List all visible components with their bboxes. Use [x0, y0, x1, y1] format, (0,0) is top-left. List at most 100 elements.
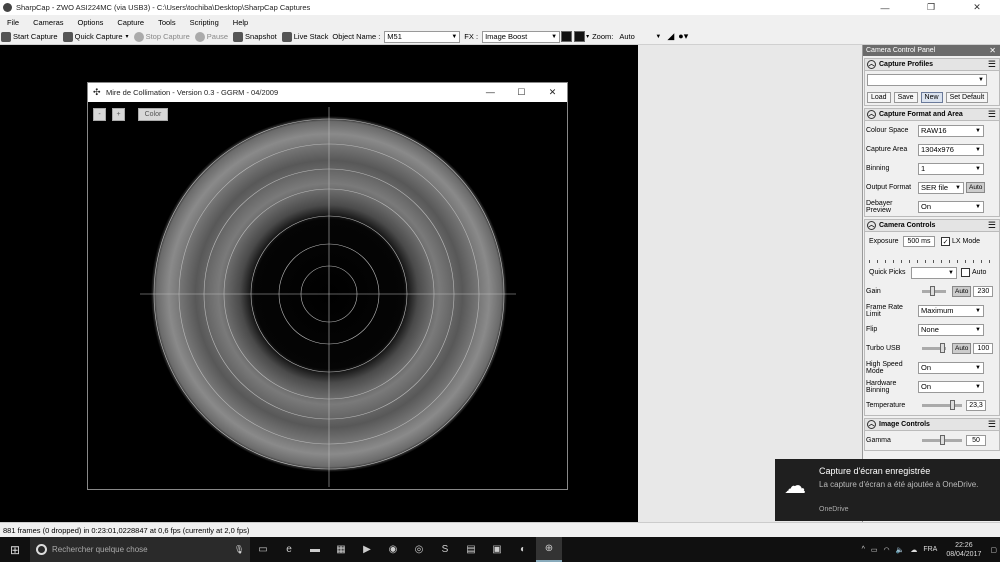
app-icon-4[interactable]: ◐: [510, 537, 536, 562]
hamburger-menu-icon[interactable]: ☰: [988, 220, 996, 231]
object-name-select[interactable]: M51 ▼: [384, 30, 461, 43]
capture-format-header[interactable]: ︿ Capture Format and Area ☰: [865, 109, 999, 121]
profile-select[interactable]: ▼: [867, 74, 987, 86]
save-profile-button[interactable]: Save: [893, 91, 918, 103]
binning-select[interactable]: 1 ▼: [918, 162, 984, 175]
menu-cameras[interactable]: Cameras: [26, 18, 70, 27]
high-speed-select[interactable]: On ▼: [918, 361, 984, 374]
collimation-close-button[interactable]: ✕: [538, 87, 567, 98]
fx-settings-icon[interactable]: [561, 31, 573, 42]
taskbar-search[interactable]: Rechercher quelque chose 🎙: [30, 537, 250, 562]
turbo-usb-slider[interactable]: [922, 343, 946, 353]
notification-toast[interactable]: ☁ Capture d'écran enregistrée La capture…: [775, 459, 1000, 521]
start-capture-button[interactable]: Start Capture: [0, 31, 58, 42]
magnifier-icon[interactable]: ●▾: [678, 31, 688, 42]
fx-select[interactable]: Image Boost ▼: [482, 30, 561, 43]
wifi-icon[interactable]: ◠: [884, 546, 890, 554]
menu-capture[interactable]: Capture: [110, 18, 151, 27]
store-icon[interactable]: ▦: [328, 537, 354, 562]
camera-controls-header[interactable]: ︿ Camera Controls ☰: [865, 220, 999, 232]
colour-space-select[interactable]: RAW16 ▼: [918, 124, 984, 137]
hamburger-menu-icon[interactable]: ☰: [988, 109, 996, 120]
file-explorer-icon[interactable]: ▬: [302, 537, 328, 562]
skype-icon[interactable]: S: [432, 537, 458, 562]
collimation-taskbar-icon[interactable]: ⊕: [536, 537, 562, 562]
collimation-maximize-button[interactable]: ☐: [507, 87, 536, 98]
set-default-button[interactable]: Set Default: [945, 91, 989, 103]
quick-picks-auto-checkbox[interactable]: [961, 268, 970, 277]
zoom-out-button[interactable]: -: [93, 108, 106, 121]
maximize-button[interactable]: ❐: [908, 0, 954, 15]
fx-grid-icon[interactable]: [574, 31, 586, 42]
output-format-select[interactable]: SER file ▼: [918, 181, 964, 194]
gamma-slider[interactable]: [922, 435, 962, 445]
collimation-minimize-button[interactable]: —: [476, 87, 505, 97]
chevron-up-icon[interactable]: ^: [862, 546, 865, 553]
chrome-icon[interactable]: ◎: [406, 537, 432, 562]
chevron-down-icon[interactable]: ▾: [586, 33, 589, 40]
histogram-icon[interactable]: ◢: [667, 31, 674, 42]
gain-slider-knob[interactable]: [930, 286, 935, 296]
turbo-usb-input[interactable]: 100: [973, 343, 994, 354]
app-icon-2[interactable]: ▤: [458, 537, 484, 562]
app-icon-3[interactable]: ▣: [484, 537, 510, 562]
chevron-down-icon[interactable]: ▾: [126, 33, 129, 40]
quick-picks-select[interactable]: ▼: [911, 266, 957, 279]
crosshair-icon: ✣: [93, 87, 101, 97]
windows-start-icon[interactable]: ⊞: [0, 537, 30, 562]
live-stack-button[interactable]: Live Stack: [281, 31, 328, 42]
gain-slider[interactable]: [922, 286, 946, 296]
lx-mode-checkbox[interactable]: ✓: [941, 237, 950, 246]
collapse-icon[interactable]: ︿: [867, 221, 876, 230]
microphone-icon[interactable]: 🎙: [234, 545, 244, 554]
menu-tools[interactable]: Tools: [151, 18, 183, 27]
menu-help[interactable]: Help: [226, 18, 255, 27]
exposure-slider[interactable]: [869, 253, 995, 263]
minimize-button[interactable]: —: [862, 0, 908, 15]
collapse-icon[interactable]: ︿: [867, 110, 876, 119]
edge-browser-icon[interactable]: e: [276, 537, 302, 562]
network-icon[interactable]: ▭: [871, 546, 878, 554]
gamma-slider-knob[interactable]: [940, 435, 945, 445]
stop-capture-button[interactable]: Stop Capture: [133, 31, 190, 42]
collapse-icon[interactable]: ︿: [867, 420, 876, 429]
turbo-usb-slider-knob[interactable]: [940, 343, 945, 353]
onedrive-tray-icon[interactable]: ☁: [910, 546, 917, 554]
load-profile-button[interactable]: Load: [867, 91, 891, 103]
media-player-icon[interactable]: ▶: [354, 537, 380, 562]
pause-button[interactable]: Pause: [194, 31, 228, 42]
zoom-select[interactable]: Auto ▼: [617, 31, 663, 43]
image-controls-header[interactable]: ︿ Image Controls ☰: [865, 419, 999, 431]
zoom-in-button[interactable]: +: [112, 108, 125, 121]
menu-options[interactable]: Options: [71, 18, 111, 27]
action-center-icon[interactable]: ▢: [990, 546, 997, 554]
debayer-preview-select[interactable]: On ▼: [918, 200, 984, 213]
app-icon-1[interactable]: ◉: [380, 537, 406, 562]
color-button[interactable]: Color: [138, 108, 168, 121]
capture-area-select[interactable]: 1304x976 ▼: [918, 143, 984, 156]
collapse-icon[interactable]: ︿: [867, 60, 876, 69]
clock[interactable]: 22:26 08/04/2017: [943, 541, 984, 559]
turbo-usb-auto-button[interactable]: Auto: [952, 343, 972, 354]
output-auto-button[interactable]: Auto: [966, 182, 986, 193]
quick-capture-button[interactable]: Quick Capture ▾: [62, 31, 129, 42]
gain-auto-button[interactable]: Auto: [952, 286, 972, 297]
menu-scripting[interactable]: Scripting: [183, 18, 226, 27]
gain-input[interactable]: 230: [973, 286, 994, 297]
flip-select[interactable]: None ▼: [918, 323, 984, 336]
new-profile-button[interactable]: New: [920, 91, 943, 103]
hamburger-menu-icon[interactable]: ☰: [988, 419, 996, 430]
volume-icon[interactable]: 🔈: [896, 546, 905, 554]
menu-file[interactable]: File: [0, 18, 26, 27]
snapshot-button[interactable]: Snapshot: [232, 31, 277, 42]
exposure-input[interactable]: 500 ms: [903, 236, 935, 247]
hamburger-menu-icon[interactable]: ☰: [988, 59, 996, 70]
gamma-input[interactable]: 50: [966, 435, 986, 446]
close-icon[interactable]: ✕: [989, 46, 996, 55]
frame-rate-select[interactable]: Maximum ▼: [918, 304, 984, 317]
capture-profiles-header[interactable]: ︿ Capture Profiles ☰: [865, 59, 999, 71]
task-view-icon[interactable]: ▭: [250, 537, 276, 562]
hardware-binning-select[interactable]: On ▼: [918, 380, 984, 393]
keyboard-language[interactable]: FRA: [923, 546, 937, 553]
close-button[interactable]: ✕: [954, 0, 1000, 15]
